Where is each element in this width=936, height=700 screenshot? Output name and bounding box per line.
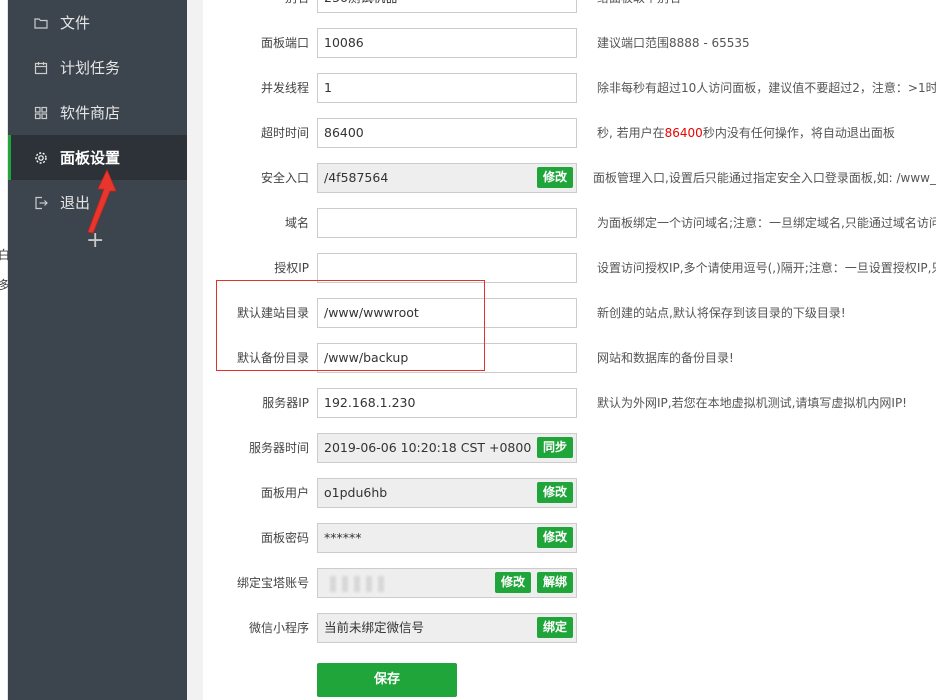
sidebar-item-files[interactable]: 文件 [8,0,187,45]
server-ip-label: 服务器IP [262,396,309,410]
sidebar-item-label: 面板设置 [60,149,121,167]
entry-label: 安全入口 [260,171,309,185]
auth-ip-tip: 设置访问授权IP,多个请使用逗号(,)隔开;注意：一旦设置授权IP,只 [597,261,936,275]
edit-user-button[interactable]: 修改 [537,482,574,503]
sidebar-item-label: 软件商店 [60,104,121,122]
bind-wechat-button[interactable]: 绑定 [537,617,574,638]
alias-tip: 给面板取个别名 [597,0,681,13]
panel-password-label: 面板密码 [260,531,309,545]
sidebar: 文件 计划任务 软件商店 面板设置 退出 + [8,0,187,700]
port-label: 面板端口 [260,36,309,50]
unbind-account-button[interactable]: 解绑 [537,572,574,593]
form-row-server-ip: 服务器IP 192.168.1.230 默认为外网IP,若您在本地虚拟机测试,请… [203,388,936,418]
sidebar-item-settings[interactable]: 面板设置 [8,135,187,180]
form-row-wechat: 微信小程序 当前未绑定微信号 绑定 [203,613,936,643]
alias-label: 别名 [285,0,309,13]
edit-account-button[interactable]: 修改 [495,572,532,593]
alias-input[interactable]: 236测试机器 [317,0,577,13]
sidebar-item-label: 文件 [60,14,91,32]
timeout-tip-pre: 秒, 若用户在 [597,126,665,140]
sidebar-item-logout[interactable]: 退出 [8,180,187,225]
form-row-threads: 并发线程 1 除非每秒有超过10人访问面板，建议值不要超过2，注意：>1时 [203,73,936,103]
form-row-entry: 安全入口 /4f587564 修改 面板管理入口,设置后只能通过指定安全入口登录… [203,163,936,193]
calendar-icon [34,61,48,75]
sidebar-item-store[interactable]: 软件商店 [8,90,187,135]
port-input[interactable]: 10086 [317,28,577,58]
auth-ip-input[interactable] [317,253,577,283]
timeout-input[interactable]: 86400 [317,118,577,148]
site-dir-tip: 新创建的站点,默认将保存到该目录的下级目录! [597,306,846,320]
edit-password-button[interactable]: 修改 [537,527,574,548]
form-row-panel-user: 面板用户 o1pdu6hb 修改 [203,478,936,508]
redacted-account [330,575,390,592]
threads-label: 并发线程 [260,81,309,95]
server-ip-input[interactable]: 192.168.1.230 [317,388,577,418]
port-tip: 建议端口范围8888 - 65535 [597,36,750,50]
threads-tip: 除非每秒有超过10人访问面板，建议值不要超过2，注意：>1时 [597,81,936,95]
form-row-port: 面板端口 10086 建议端口范围8888 - 65535 [203,28,936,58]
backup-dir-tip: 网站和数据库的备份目录! [597,351,734,365]
form-row-panel-password: 面板密码 ****** 修改 [203,523,936,553]
panel-settings-form: 别名 236测试机器 给面板取个别名 面板端口 10086 建议端口范围8888… [203,0,936,700]
timeout-tip-value: 86400 [664,126,703,140]
site-dir-input[interactable]: /www/wwwroot [317,298,577,328]
gear-icon [34,151,48,165]
folder-icon [34,16,48,30]
server-time-label: 服务器时间 [248,441,309,455]
panel-user-label: 面板用户 [260,486,309,500]
timeout-tip-post: 秒内没有任何操作，将自动退出面板 [702,126,895,140]
sync-time-button[interactable]: 同步 [537,437,574,458]
server-ip-tip: 默认为外网IP,若您在本地虚拟机测试,请填写虚拟机内网IP! [597,396,907,410]
form-row-timeout: 超时时间 86400 秒, 若用户在86400秒内没有任何操作，将自动退出面板 [203,118,936,148]
entry-tip: 面板管理入口,设置后只能通过指定安全入口登录面板,如: /www_b [593,171,936,185]
domain-tip: 为面板绑定一个访问域名;注意：一旦绑定域名,只能通过域名访问 [597,216,936,230]
grid-icon [34,106,48,120]
left-panel-edge: 白 多 [0,0,10,700]
backup-dir-input[interactable]: /www/backup [317,343,577,373]
form-row-alias: 别名 236测试机器 给面板取个别名 [203,0,936,13]
timeout-label: 超时时间 [260,126,309,140]
logout-icon [34,196,48,210]
domain-label: 域名 [284,216,309,230]
domain-input[interactable] [317,208,577,238]
sidebar-item-cron[interactable]: 计划任务 [8,45,187,90]
threads-input[interactable]: 1 [317,73,577,103]
form-row-backup-dir: 默认备份目录 /www/backup 网站和数据库的备份目录! [203,343,936,373]
save-button[interactable]: 保存 [317,663,457,697]
backup-dir-label: 默认备份目录 [236,351,309,365]
site-dir-label: 默认建站目录 [236,306,309,320]
sidebar-item-label: 计划任务 [60,59,121,77]
form-row-server-time: 服务器时间 2019-06-06 10:20:18 CST +0800 同步 [203,433,936,463]
form-row-site-dir: 默认建站目录 /www/wwwroot 新创建的站点,默认将保存到该目录的下级目… [203,298,936,328]
timeout-tip: 秒, 若用户在86400秒内没有任何操作，将自动退出面板 [597,118,895,148]
auth-ip-label: 授权IP [274,261,309,275]
content-gutter [187,0,203,700]
edit-entry-button[interactable]: 修改 [537,167,574,188]
form-row-auth-ip: 授权IP 设置访问授权IP,多个请使用逗号(,)隔开;注意：一旦设置授权IP,只 [203,253,936,283]
form-row-domain: 域名 为面板绑定一个访问域名;注意：一旦绑定域名,只能通过域名访问 [203,208,936,238]
bt-account-label: 绑定宝塔账号 [236,576,309,590]
sidebar-item-label: 退出 [60,194,91,212]
form-row-bt-account: 绑定宝塔账号 修改 解绑 [203,568,936,598]
add-shortcut-button[interactable]: + [86,230,104,252]
wechat-label: 微信小程序 [248,621,309,635]
